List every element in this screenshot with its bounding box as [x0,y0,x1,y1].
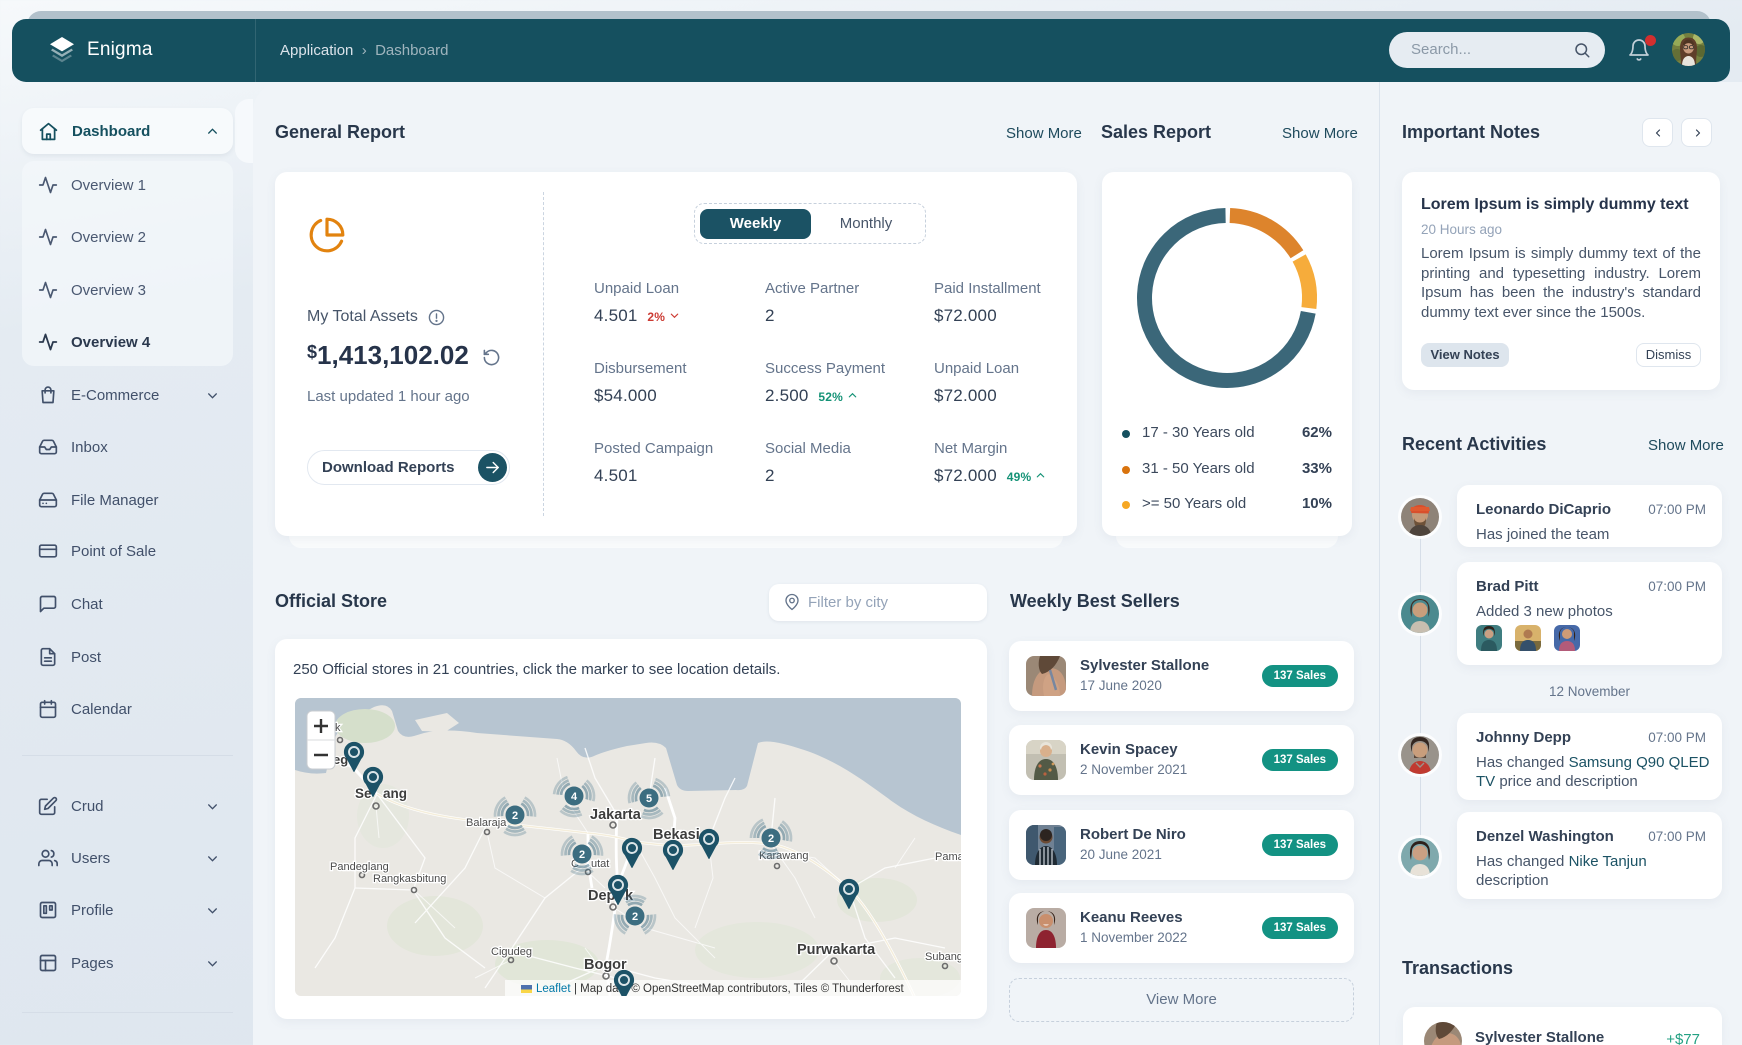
svg-text:Subang: Subang [925,951,961,963]
svg-text:ang: ang [383,786,407,801]
svg-text:Cigudeg: Cigudeg [491,946,532,958]
svg-text:Purwakarta: Purwakarta [797,942,876,958]
svg-text:utat: utat [591,858,609,870]
svg-text:Balaraja: Balaraja [466,817,507,829]
svg-text:5: 5 [646,793,652,805]
svg-text:k: k [335,722,341,734]
svg-text:2: 2 [768,833,774,845]
svg-text:4: 4 [571,791,578,803]
svg-text:Rangkasbitung: Rangkasbitung [373,873,446,885]
svg-text:Leaflet: Leaflet [536,983,571,995]
svg-text:Pama: Pama [935,851,961,863]
svg-text:Pandeglang: Pandeglang [330,861,389,873]
svg-text:Jakarta: Jakarta [590,807,642,823]
svg-text:2: 2 [579,849,585,861]
svg-text:Karawang: Karawang [759,850,809,862]
svg-text:2: 2 [512,810,518,822]
svg-text:2: 2 [632,911,638,923]
